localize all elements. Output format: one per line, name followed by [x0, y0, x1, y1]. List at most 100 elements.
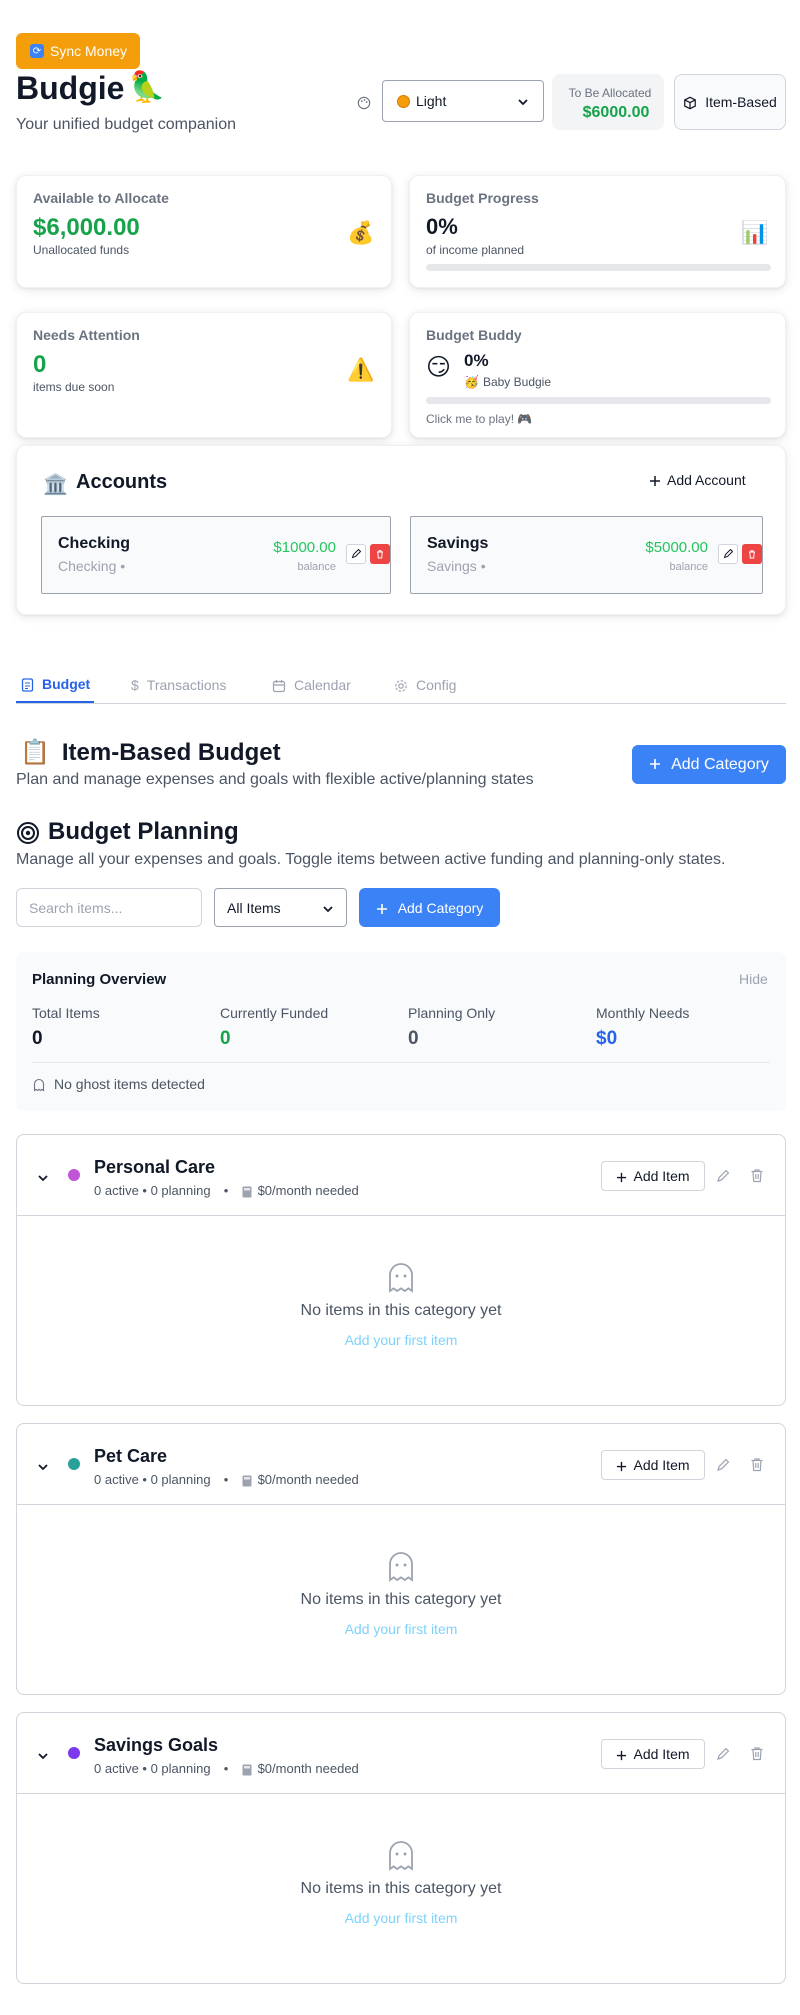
buddy-hint: Click me to play! 🎮: [426, 412, 533, 426]
theme-select-value: Light: [416, 93, 447, 109]
meta-separator: •: [216, 1472, 236, 1487]
search-input[interactable]: Search items...: [16, 888, 202, 927]
add-item-label: Add Item: [633, 1457, 690, 1473]
stat-planning-only: 0: [408, 1028, 419, 1049]
filter-select[interactable]: All Items: [214, 888, 347, 927]
stat-total-items: 0: [32, 1028, 43, 1049]
ghost-icon: [17, 1841, 785, 1871]
category-card-pet-care: Pet Care 0 active • 0 planning • $0/mont…: [16, 1423, 786, 1695]
category-empty-state: No items in this category yet Add your f…: [17, 1216, 785, 1406]
edit-account-button[interactable]: [346, 544, 366, 564]
item-based-budget-heading: 📋 Item-Based Budget: [20, 738, 281, 767]
budget-progress-card: Budget Progress 0% of income planned 📊: [409, 175, 786, 288]
tab-calendar[interactable]: Calendar: [272, 667, 351, 703]
box-icon: [683, 94, 697, 110]
category-color-dot: [68, 1458, 80, 1470]
card-title: Budget Buddy: [426, 327, 522, 343]
meta-separator: •: [216, 1183, 236, 1198]
parrot-logo-icon: 🦜: [128, 71, 166, 104]
category-counts: 0 active • 0 planning: [94, 1472, 211, 1487]
buddy-face-icon: 😏: [426, 354, 452, 381]
ghost-status: No ghost items detected: [32, 1076, 205, 1092]
add-first-item-link[interactable]: Add your first item: [17, 1332, 785, 1348]
hide-overview-button[interactable]: Hide: [739, 971, 768, 987]
sync-money-label: Sync Money: [50, 43, 128, 59]
tab-budget[interactable]: Budget: [16, 667, 94, 703]
tab-label: Calendar: [294, 677, 351, 693]
planning-overview-title: Planning Overview: [32, 971, 167, 988]
plus-icon: [616, 1457, 627, 1473]
sync-money-button[interactable]: ⟳ Sync Money: [16, 33, 140, 69]
delete-category-icon[interactable]: [750, 1745, 764, 1763]
budget-planning-subtitle: Manage all your expenses and goals. Togg…: [16, 851, 726, 868]
ghost-status-text: No ghost items detected: [54, 1076, 205, 1093]
edit-category-icon[interactable]: [716, 1456, 731, 1474]
party-face-icon: 🥳: [464, 375, 479, 389]
add-category-button-secondary[interactable]: Add Category: [359, 888, 500, 927]
delete-category-icon[interactable]: [750, 1167, 764, 1185]
stat-label: Planning Only: [408, 1005, 496, 1021]
pencil-icon: [351, 545, 361, 563]
category-name: Savings Goals: [94, 1735, 219, 1755]
tab-label: Transactions: [146, 677, 227, 693]
account-card-savings[interactable]: Savings Savings • $5000.00 balance: [410, 516, 763, 594]
budget-progress-bar: [426, 264, 771, 271]
category-header: Pet Care 0 active • 0 planning • $0/mont…: [17, 1424, 785, 1505]
account-balance: $1000.00: [273, 539, 336, 556]
sync-icon: ⟳: [30, 44, 44, 58]
delete-category-icon[interactable]: [750, 1456, 764, 1474]
add-account-label: Add Account: [667, 472, 746, 488]
empty-message: No items in this category yet: [300, 1591, 502, 1608]
collapse-chevron-icon[interactable]: [37, 1169, 49, 1187]
category-color-dot: [68, 1747, 80, 1759]
add-first-item-link[interactable]: Add your first item: [17, 1910, 785, 1926]
buddy-percent: 0%: [464, 351, 489, 370]
add-item-label: Add Item: [633, 1168, 690, 1184]
available-amount: $6,000.00: [33, 214, 140, 241]
theme-select[interactable]: Light: [382, 80, 544, 122]
add-item-button[interactable]: Add Item: [601, 1450, 705, 1480]
buddy-pet-name: Baby Budgie: [482, 375, 552, 389]
clipboard-icon: 📋: [20, 739, 50, 766]
to-be-allocated-label: To Be Allocated: [568, 86, 652, 100]
accounts-section: 🏛️ Accounts Add Account Checking Checkin…: [16, 445, 786, 615]
add-first-item-link[interactable]: Add your first item: [17, 1621, 785, 1637]
item-based-budget-subtitle: Plan and manage expenses and goals with …: [16, 771, 534, 788]
account-name: Checking: [58, 535, 131, 552]
meta-separator: •: [216, 1761, 236, 1776]
edit-category-icon[interactable]: [716, 1745, 731, 1763]
attention-count: 0: [33, 351, 47, 378]
progress-note: of income planned: [426, 243, 525, 257]
delete-account-button[interactable]: [370, 544, 390, 564]
collapse-chevron-icon[interactable]: [37, 1458, 49, 1476]
bar-chart-icon: 📊: [741, 220, 769, 245]
money-bag-icon: 💰: [347, 220, 375, 245]
item-based-mode-button[interactable]: Item-Based: [674, 74, 786, 130]
category-header: Personal Care 0 active • 0 planning • $0…: [17, 1135, 785, 1216]
add-account-button[interactable]: Add Account: [649, 472, 746, 488]
tab-transactions[interactable]: $ Transactions: [131, 667, 226, 703]
add-category-button[interactable]: Add Category: [632, 745, 786, 784]
budget-buddy-card[interactable]: Budget Buddy 😏 0% 🥳 Baby Budgie Click me…: [409, 312, 786, 438]
attention-note: items due soon: [33, 380, 115, 394]
category-color-dot: [68, 1169, 80, 1181]
edit-account-button[interactable]: [718, 544, 738, 564]
stat-currently-funded: 0: [220, 1028, 231, 1049]
delete-account-button[interactable]: [742, 544, 762, 564]
add-item-button[interactable]: Add Item: [601, 1739, 705, 1769]
sun-icon: [397, 94, 410, 108]
tab-config[interactable]: Config: [394, 667, 456, 703]
calendar-icon: [272, 677, 286, 693]
category-empty-state: No items in this category yet Add your f…: [17, 1505, 785, 1695]
account-card-checking[interactable]: Checking Checking • $1000.00 balance: [41, 516, 391, 594]
filter-select-value: All Items: [227, 899, 281, 916]
calculator-icon: [242, 1183, 252, 1198]
category-empty-state: No items in this category yet Add your f…: [17, 1794, 785, 1984]
collapse-chevron-icon[interactable]: [37, 1747, 49, 1765]
category-header: Savings Goals 0 active • 0 planning • $0…: [17, 1713, 785, 1794]
add-category-label: Add Category: [397, 899, 484, 916]
category-monthly-needed: $0/month needed: [257, 1183, 359, 1198]
add-item-button[interactable]: Add Item: [601, 1161, 705, 1191]
edit-category-icon[interactable]: [716, 1167, 731, 1185]
dollar-icon: $: [131, 677, 139, 693]
